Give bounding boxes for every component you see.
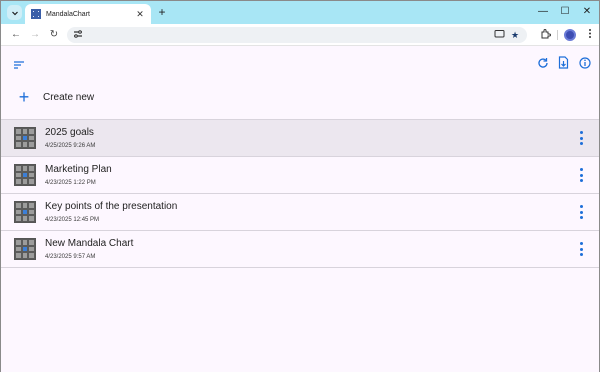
reload-button[interactable]: ↻ (47, 28, 61, 42)
create-new-button[interactable]: + Create new (1, 87, 599, 115)
forward-button[interactable]: → (28, 28, 42, 42)
mandala-favicon-icon (31, 9, 41, 19)
chart-date: 4/25/2025 9:26 AM (45, 143, 96, 149)
more-options-icon[interactable] (576, 241, 586, 257)
more-options-icon[interactable] (576, 204, 586, 220)
chart-title: 2025 goals (45, 127, 94, 138)
info-icon[interactable] (579, 56, 593, 70)
plus-icon: + (18, 87, 30, 107)
more-options-icon[interactable] (576, 167, 586, 183)
new-tab-button[interactable]: + (155, 5, 169, 19)
mandala-thumbnail-icon (14, 238, 36, 260)
maximize-button[interactable]: ☐ (559, 5, 571, 19)
close-window-button[interactable]: ✕ (581, 5, 593, 19)
import-icon[interactable] (558, 56, 572, 70)
refresh-icon[interactable] (537, 56, 551, 70)
address-bar[interactable]: ★ (67, 27, 527, 43)
chart-list: 2025 goals 4/25/2025 9:26 AM Marketing Pla… (1, 119, 599, 268)
browser-toolbar: ← → ↻ ★ (1, 24, 599, 46)
chart-title: Key points of the presentation (45, 201, 178, 212)
sort-icon[interactable] (13, 57, 27, 71)
list-item[interactable]: Key points of the presentation 4/23/2025 … (1, 194, 599, 231)
minimize-button[interactable]: — (537, 5, 549, 19)
mandala-thumbnail-icon (14, 127, 36, 149)
browser-window: MandalaChart ✕ + — ☐ ✕ ← → ↻ ★ + Create … (0, 0, 600, 372)
site-info-icon[interactable] (72, 29, 84, 41)
chevron-down-icon (11, 11, 18, 15)
chart-title: Marketing Plan (45, 164, 112, 175)
back-button[interactable]: ← (9, 28, 23, 42)
mandala-thumbnail-icon (14, 201, 36, 223)
chart-date: 4/23/2025 1:22 PM (45, 180, 96, 186)
chart-title: New Mandala Chart (45, 238, 134, 249)
toolbar-divider (557, 30, 558, 40)
more-options-icon[interactable] (576, 130, 586, 146)
close-tab-icon[interactable]: ✕ (135, 9, 145, 19)
list-item[interactable]: 2025 goals 4/25/2025 9:26 AM (1, 120, 599, 157)
create-new-label: Create new (43, 92, 95, 103)
chart-date: 4/23/2025 12:45 PM (45, 217, 100, 223)
tab-title: MandalaChart (46, 10, 90, 18)
mandala-thumbnail-icon (14, 164, 36, 186)
cast-icon[interactable] (493, 29, 505, 41)
app-main: + Create new 2025 goals 4/25/2025 9:26 AM… (1, 47, 599, 372)
star-icon[interactable]: ★ (509, 29, 521, 41)
menu-icon[interactable] (583, 28, 597, 42)
profile-icon[interactable] (564, 29, 576, 41)
list-item[interactable]: Marketing Plan 4/23/2025 1:22 PM (1, 157, 599, 194)
chart-date: 4/23/2025 9:57 AM (45, 254, 96, 260)
extensions-icon[interactable] (538, 28, 552, 42)
tab-mandalachart[interactable]: MandalaChart ✕ (25, 4, 151, 24)
tab-strip: MandalaChart ✕ + — ☐ ✕ (1, 1, 599, 24)
tab-search-button[interactable] (7, 5, 22, 20)
list-item[interactable]: New Mandala Chart 4/23/2025 9:57 AM (1, 231, 599, 268)
